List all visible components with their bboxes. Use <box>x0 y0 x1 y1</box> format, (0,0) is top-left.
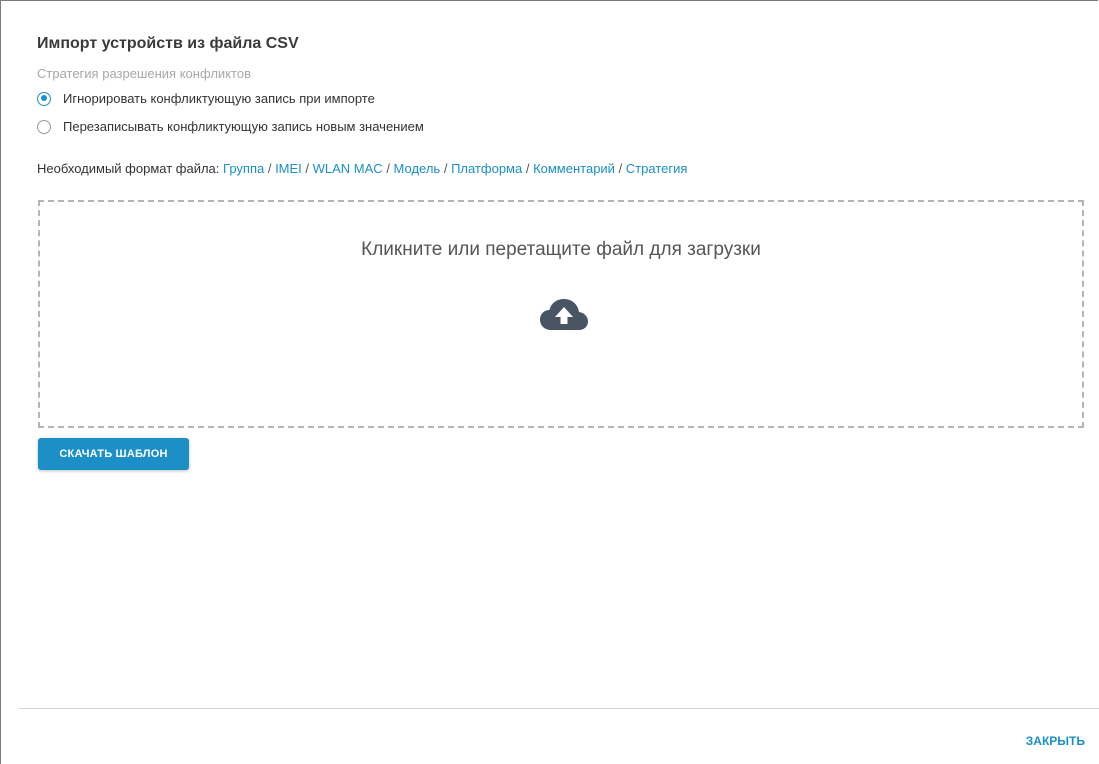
dialog-title: Импорт устройств из файла CSV <box>37 35 299 52</box>
radio-option-overwrite[interactable]: Перезаписывать конфликтующую запись новы… <box>37 119 424 134</box>
format-separator: / <box>301 161 313 176</box>
format-field-model[interactable]: Модель <box>394 161 441 176</box>
radio-label-overwrite: Перезаписывать конфликтующую запись новы… <box>63 119 424 134</box>
format-field-comment[interactable]: Комментарий <box>533 161 615 176</box>
import-dialog: Импорт устройств из файла CSV Стратегия … <box>0 0 1099 764</box>
format-prefix: Необходимый формат файла: <box>37 161 220 176</box>
file-format-line: Необходимый формат файла: Группа / IMEI … <box>37 161 687 176</box>
format-field-imei[interactable]: IMEI <box>275 161 302 176</box>
format-field-strategy[interactable]: Стратегия <box>626 161 688 176</box>
format-field-platform[interactable]: Платформа <box>451 161 522 176</box>
format-separator: / <box>264 161 276 176</box>
radio-option-ignore[interactable]: Игнорировать конфликтующую запись при им… <box>37 91 375 106</box>
format-field-wlan-mac[interactable]: WLAN MAC <box>313 161 383 176</box>
footer-divider <box>19 708 1099 709</box>
cloud-upload-icon <box>540 299 588 330</box>
file-dropzone[interactable]: Кликните или перетащите файл для загрузк… <box>38 200 1084 428</box>
radio-label-ignore: Игнорировать конфликтующую запись при им… <box>63 91 375 106</box>
strategy-caption: Стратегия разрешения конфликтов <box>37 66 251 81</box>
format-separator: / <box>614 161 626 176</box>
radio-button-checked[interactable] <box>37 91 51 106</box>
radio-button-unchecked[interactable] <box>37 119 51 134</box>
format-separator: / <box>382 161 394 176</box>
close-button[interactable]: ЗАКРЫТЬ <box>1026 734 1085 748</box>
format-field-group[interactable]: Группа <box>223 161 264 176</box>
format-separator: / <box>440 161 452 176</box>
download-template-button[interactable]: СКАЧАТЬ ШАБЛОН <box>38 438 189 470</box>
format-separator: / <box>522 161 534 176</box>
dropzone-text: Кликните или перетащите файл для загрузк… <box>361 239 761 260</box>
